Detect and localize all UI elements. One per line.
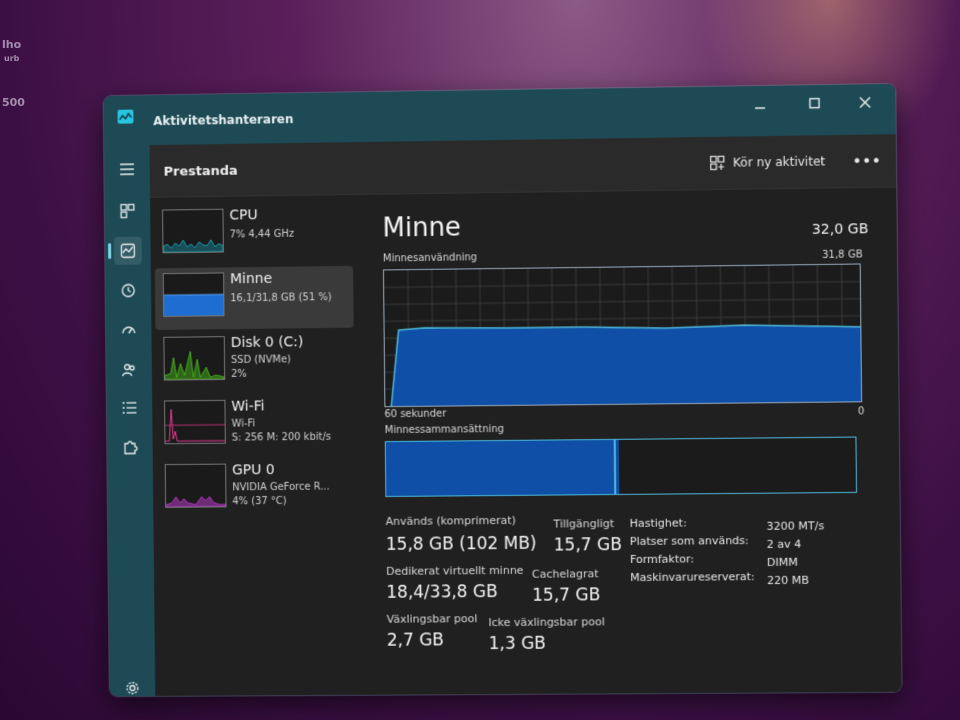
memory-detail-panel: Minne 32,0 GB Minnesanvändning 31,8 GB 6… — [378, 189, 901, 695]
maximize-button[interactable] — [796, 91, 833, 116]
page-title: Prestanda — [163, 163, 238, 180]
perf-item-name: CPU — [229, 207, 258, 224]
perf-item-wifi[interactable]: Wi-Fi Wi-Fi S: 256 M: 200 kbit/s — [156, 394, 355, 458]
memory-total: 32,0 GB — [811, 221, 869, 238]
main-content: Prestanda Kör ny aktivitet ••• CPU 7% 4,… — [149, 134, 902, 696]
close-button[interactable] — [847, 90, 884, 115]
background-text: lho — [2, 38, 22, 51]
perf-item-gpu[interactable]: GPU 0 NVIDIA GeForce R... 4% (37 °C) — [157, 457, 356, 521]
perf-item-detail: 4% (37 °C) — [232, 495, 287, 508]
memory-usage-label: Minnesanvändning — [382, 252, 478, 265]
nav-users[interactable] — [115, 356, 143, 384]
minimize-button[interactable] — [742, 92, 779, 117]
perf-item-name: Disk 0 (C:) — [230, 334, 304, 352]
spec-value: DIMM — [766, 555, 798, 569]
performance-icon — [120, 243, 136, 259]
graph-time-left: 60 sekunder — [384, 408, 447, 421]
perf-item-name: Minne — [230, 270, 273, 288]
navigation-sidebar — [104, 145, 156, 697]
spec-label: Formfaktor: — [629, 552, 695, 567]
background-text: urb — [4, 54, 20, 63]
gear-icon — [124, 680, 140, 696]
minimize-icon — [754, 98, 766, 110]
window-title: Aktivitetshanteraren — [153, 112, 294, 129]
cached-value: 15,7 GB — [532, 585, 601, 606]
more-options-button[interactable]: ••• — [851, 149, 882, 174]
hamburger-icon — [119, 162, 135, 176]
users-icon — [121, 362, 137, 378]
disk-thumbnail-graph — [163, 336, 226, 381]
content-header: Prestanda Kör ny aktivitet ••• — [149, 134, 897, 198]
maximize-icon — [808, 97, 820, 109]
spec-value: 220 MB — [766, 573, 810, 588]
used-value: 15,8 GB (102 MB) — [385, 533, 537, 555]
memory-usage-max: 31,8 GB — [822, 249, 863, 261]
speedometer-icon — [121, 322, 137, 338]
perf-item-name: Wi-Fi — [231, 398, 265, 415]
perf-item-detail: 7% 4,44 GHz — [229, 228, 295, 241]
nav-details[interactable] — [116, 394, 144, 422]
perf-item-memory[interactable]: Minne 16,1/31,8 GB (51 %) — [154, 265, 354, 330]
nonpaged-pool-label: Icke växlingsbar pool — [488, 615, 605, 630]
history-icon — [120, 282, 136, 298]
used-label: Används (komprimerat) — [385, 513, 516, 528]
background-text: 500 — [2, 96, 25, 109]
nav-startup-apps[interactable] — [115, 316, 143, 344]
composition-modified — [615, 439, 620, 494]
committed-value: 18,4/33,8 GB — [386, 582, 498, 603]
perf-item-disk[interactable]: Disk 0 (C:) SSD (NVMe) 2% — [155, 330, 354, 394]
nav-settings[interactable] — [118, 674, 146, 696]
perf-item-detail: NVIDIA GeForce R... — [232, 481, 330, 494]
spec-label: Hastighet: — [629, 516, 687, 530]
perf-item-detail: Wi-Fi — [231, 418, 256, 430]
nonpaged-pool-value: 1,3 GB — [488, 633, 547, 655]
memory-title: Minne — [382, 212, 462, 244]
spec-value: 3200 MT/s — [766, 519, 825, 533]
spec-label: Platser som används: — [629, 533, 749, 548]
available-label: Tillgängligt — [553, 517, 615, 531]
paged-pool-value: 2,7 GB — [386, 630, 445, 651]
gpu-thumbnail-graph — [164, 463, 227, 508]
perf-item-detail: SSD (NVMe) — [230, 354, 291, 366]
nav-performance[interactable] — [113, 236, 142, 265]
performance-list: CPU 7% 4,44 GHz Minne 16,1/31,8 GB (51 %… — [150, 195, 360, 696]
run-new-task-button[interactable]: Kör ny aktivitet — [709, 149, 826, 175]
graph-time-right: 0 — [857, 406, 865, 418]
nav-app-history[interactable] — [114, 276, 142, 304]
memory-usage-graph — [382, 263, 863, 408]
perf-item-name: GPU 0 — [231, 462, 275, 479]
paged-pool-label: Växlingsbar pool — [386, 612, 478, 626]
memory-composition-bar — [384, 436, 858, 498]
processes-icon — [120, 203, 136, 219]
details-list-icon — [122, 401, 138, 415]
task-manager-window: Aktivitetshanteraren Prestanda Kör ny ak… — [103, 83, 902, 697]
available-value: 15,7 GB — [553, 535, 623, 556]
run-new-task-label: Kör ny aktivitet — [732, 154, 826, 170]
committed-label: Dedikerat virtuellt minne — [386, 563, 524, 578]
memory-thumbnail-graph — [162, 272, 225, 317]
task-manager-app-icon — [118, 110, 134, 124]
menu-button[interactable] — [113, 155, 141, 183]
perf-item-detail: 16,1/31,8 GB (51 %) — [230, 292, 332, 305]
perf-item-detail: 2% — [231, 368, 247, 380]
run-task-icon — [709, 155, 725, 171]
memory-composition-label: Minnessammansättning — [384, 423, 505, 437]
wifi-thumbnail-graph — [164, 399, 226, 445]
spec-value: 2 av 4 — [766, 537, 802, 551]
services-puzzle-icon — [122, 440, 138, 456]
cpu-thumbnail-graph — [162, 208, 224, 254]
nav-active-indicator — [108, 243, 112, 259]
close-icon — [859, 96, 871, 108]
perf-item-cpu[interactable]: CPU 7% 4,44 GHz — [154, 202, 353, 266]
nav-processes[interactable] — [114, 197, 142, 225]
cached-label: Cachelagrat — [531, 567, 599, 581]
perf-item-detail: S: 256 M: 200 kbit/s — [231, 431, 332, 444]
composition-in-use — [385, 439, 617, 497]
spec-label: Maskinvarureserverat: — [630, 570, 755, 585]
nav-services[interactable] — [116, 434, 144, 462]
